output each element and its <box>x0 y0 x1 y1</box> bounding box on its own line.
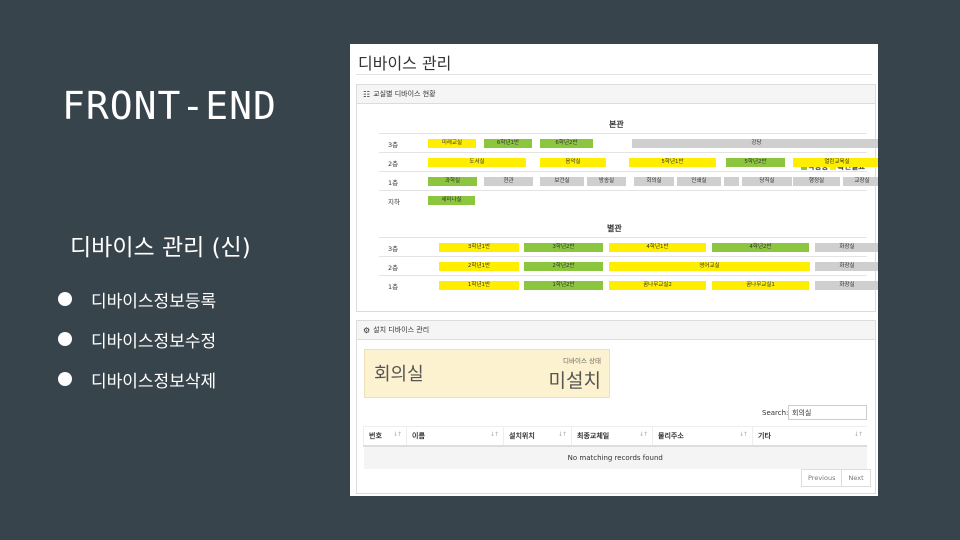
room-box[interactable]: 열린교육실 <box>793 158 878 167</box>
device-status-label: 디바이스 상태 <box>563 357 601 365</box>
floor-label: 지하 <box>388 198 400 206</box>
room-box[interactable]: 보건실 <box>540 177 584 186</box>
slide-subtitle: 디바이스 관리 (신) <box>70 235 251 261</box>
room-box[interactable]: 1학년2반 <box>524 281 603 290</box>
floor-label: 2층 <box>388 264 399 272</box>
device-table: 번호 ↓↑ 이름 ↓↑ 설치위치 ↓↑ 최종교체일 ↓↑ 물리주소 ↓↑ 기타 ↓↑ No … <box>363 426 867 469</box>
room-box[interactable]: 3학년2반 <box>524 243 603 252</box>
floor-row: 지하 세미나실 <box>379 190 867 210</box>
bullet-dot-icon <box>58 292 72 306</box>
bullet-text: 디바이스정보등록 <box>91 291 217 312</box>
previous-page-button[interactable]: Previous <box>802 470 841 486</box>
floor-label: 3층 <box>388 245 399 253</box>
room-box[interactable]: 6학년1반 <box>484 139 532 148</box>
room-box[interactable]: 방송실 <box>587 177 626 186</box>
bullet-item: 디바이스정보등록 <box>58 279 216 319</box>
bullet-item: 디바이스정보삭제 <box>58 359 216 399</box>
search-input[interactable] <box>788 405 867 420</box>
floor-label: 3층 <box>388 141 399 149</box>
room-box[interactable]: 3학년1반 <box>439 243 519 252</box>
bullet-text: 디바이스정보삭제 <box>91 371 217 392</box>
floor-row: 2층 도서실 음악실 5학년1반 5학년2반 열린교육실 <box>379 152 878 172</box>
app-screenshot: 디바이스 관리 ☷ 교실별 디바이스 현황 작동중 확인필요 본관3층미래교실6… <box>350 44 878 496</box>
table-header-row: 번호 ↓↑ 이름 ↓↑ 설치위치 ↓↑ 최종교체일 ↓↑ 물리주소 ↓↑ 기타 ↓↑ <box>363 426 867 447</box>
room-box[interactable]: 4학년2반 <box>712 243 809 252</box>
sort-icon: ↓↑ <box>489 431 499 438</box>
bullet-item: 디바이스정보수정 <box>58 319 216 359</box>
room-box[interactable]: 화장실 <box>815 262 878 271</box>
room-box[interactable]: 6학년2반 <box>540 139 593 148</box>
gear-icon: ⚙ <box>363 325 371 335</box>
room-status-card: 회의실 디바이스 상태 미설치 <box>364 349 610 398</box>
sort-icon: ↓↑ <box>738 431 748 438</box>
room-box[interactable]: 2학년1반 <box>439 262 519 271</box>
floor-row: 3층 3학년1반 3학년2반 4학년1반 4학년2반 화장실 <box>379 237 878 257</box>
column-header-number[interactable]: 번호 ↓↑ <box>363 426 407 447</box>
room-box[interactable]: 음악실 <box>540 158 606 167</box>
device-status-panel: ☷ 교실별 디바이스 현황 작동중 확인필요 본관3층미래교실6학년1반6학년2… <box>356 84 878 312</box>
room-box[interactable]: 2학년2반 <box>524 262 603 271</box>
bullet-dot-icon <box>58 372 72 386</box>
room-box[interactable] <box>724 177 739 186</box>
bullet-text: 디바이스정보수정 <box>91 331 217 352</box>
room-box[interactable]: 5학년2반 <box>726 158 785 167</box>
room-box[interactable]: 인쇄실 <box>677 177 721 186</box>
room-box[interactable]: 5학년1반 <box>629 158 716 167</box>
room-box[interactable]: 미래교실 <box>428 139 476 148</box>
column-header-location[interactable]: 설치위치 ↓↑ <box>503 426 572 447</box>
page-title: 디바이스 관리 <box>358 54 452 73</box>
floor-row: 3층 미래교실 6학년1반 6학년2반 강당 <box>379 133 878 153</box>
install-panel-title: 설치 디바이스 관리 <box>373 326 430 334</box>
room-box[interactable]: 꿈나무교실1 <box>712 281 809 290</box>
status-panel-title: 교실별 디바이스 현황 <box>373 90 436 98</box>
room-box[interactable]: 현관 <box>484 177 533 186</box>
floor-row: 1층 1학년1반 1학년2반 꿈나무교실2 꿈나무교실1 화장실 <box>379 275 878 295</box>
building-title: 별관 <box>607 224 622 233</box>
sort-icon: ↓↑ <box>557 431 567 438</box>
floor-label: 1층 <box>388 283 399 291</box>
floor-label: 1층 <box>388 179 399 187</box>
floor-label: 2층 <box>388 160 399 168</box>
column-header-mac-address[interactable]: 물리주소 ↓↑ <box>652 426 753 447</box>
room-box[interactable]: 회의실 <box>634 177 674 186</box>
selected-room-name: 회의실 <box>374 364 424 385</box>
sort-icon: ↓↑ <box>638 431 648 438</box>
room-box[interactable]: 꿈나무교실2 <box>609 281 706 290</box>
column-header-name[interactable]: 이름 ↓↑ <box>406 426 504 447</box>
column-header-etc[interactable]: 기타 ↓↑ <box>752 426 867 447</box>
table-row: No matching records found <box>363 446 867 469</box>
room-box[interactable]: 화장실 <box>815 281 878 290</box>
room-box[interactable]: 교장실 <box>843 177 878 186</box>
floor-row: 2층 2학년1반 2학년2반 영어교실 화장실 <box>379 256 878 276</box>
room-box[interactable]: 당직실 <box>742 177 792 186</box>
device-status-value: 미설치 <box>548 370 601 392</box>
room-box[interactable]: 영어교실 <box>609 262 810 271</box>
floor-row: 1층 과학실 현관 보건실 방송실 회의실 인쇄실 당직실 행정실 교장실 <box>379 171 878 191</box>
pagination: Previous Next <box>801 469 871 487</box>
bullet-dot-icon <box>58 332 72 346</box>
feature-list: 디바이스정보등록 디바이스정보수정 디바이스정보삭제 <box>58 279 216 399</box>
room-box[interactable]: 4학년1반 <box>609 243 706 252</box>
search-label: Search: <box>762 409 789 417</box>
sort-icon: ↓↑ <box>392 431 402 438</box>
next-page-button[interactable]: Next <box>841 470 869 486</box>
room-box[interactable]: 세미나실 <box>428 196 475 205</box>
status-panel-header: ☷ 교실별 디바이스 현황 <box>357 85 875 104</box>
sort-icon: ↓↑ <box>853 431 863 438</box>
room-box[interactable]: 도서실 <box>428 158 526 167</box>
room-box[interactable]: 행정실 <box>793 177 840 186</box>
slide-title: FRONT-END <box>62 84 277 128</box>
column-header-replaced-date[interactable]: 최종교체일 ↓↑ <box>571 426 653 447</box>
room-box[interactable]: 과학실 <box>428 177 477 186</box>
room-box[interactable]: 화장실 <box>815 243 878 252</box>
room-box[interactable]: 강당 <box>632 139 878 148</box>
room-box[interactable]: 1학년1반 <box>439 281 519 290</box>
title-divider <box>356 74 872 75</box>
empty-table-message: No matching records found <box>363 446 867 469</box>
building-title: 본관 <box>609 120 624 129</box>
install-panel-header: ⚙ 설치 디바이스 관리 <box>357 321 875 340</box>
sitemap-icon: ☷ <box>363 89 371 99</box>
